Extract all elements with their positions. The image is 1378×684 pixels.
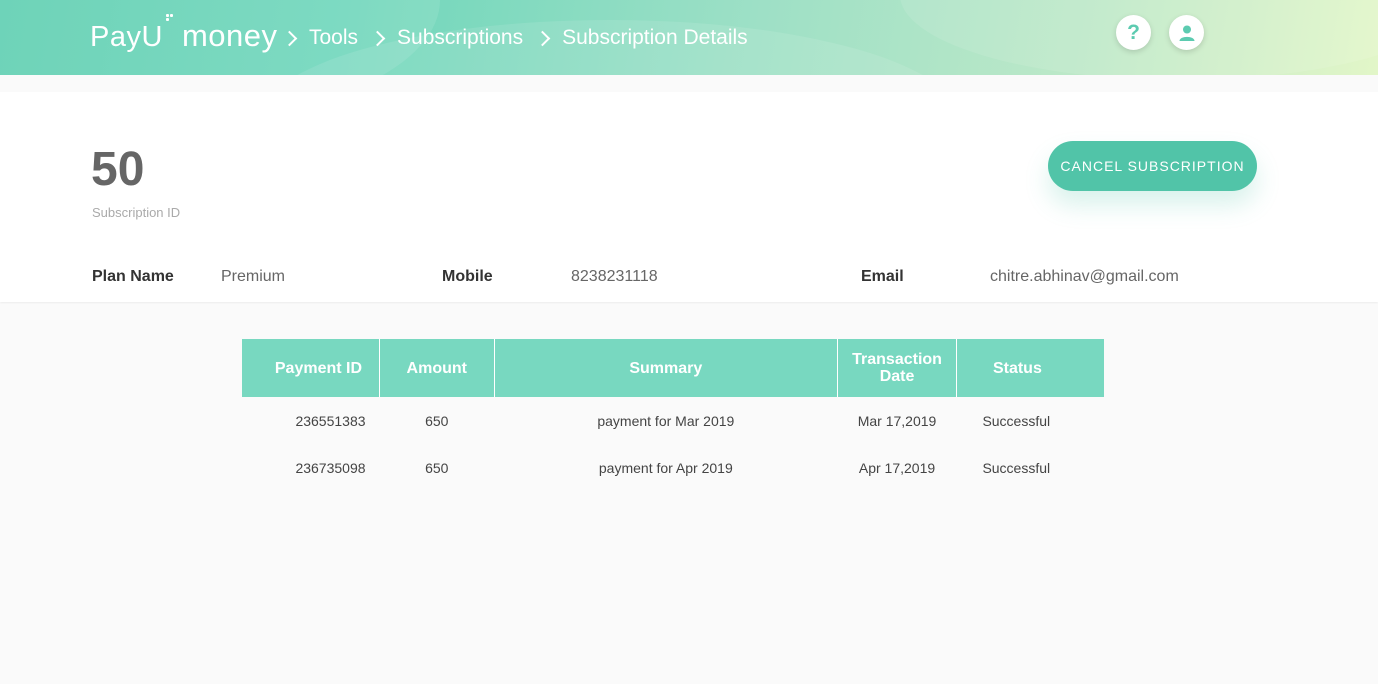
help-button[interactable]: ? xyxy=(1116,15,1151,50)
user-profile-button[interactable] xyxy=(1169,15,1204,50)
payumoney-logo[interactable]: PayU money xyxy=(90,14,277,54)
plan-name-value: Premium xyxy=(221,268,286,285)
mobile-label: Mobile xyxy=(442,268,493,285)
column-header-transaction-date: Transaction Date xyxy=(837,339,957,397)
question-mark-icon: ? xyxy=(1127,20,1140,44)
table-header-row: Payment ID Amount Summary Transaction Da… xyxy=(242,339,1104,397)
subscription-id-label: Subscription ID xyxy=(92,205,181,220)
subscription-panel: 50 Subscription ID CANCEL SUBSCRIPTION P… xyxy=(0,92,1378,302)
cell-status: Successful xyxy=(982,459,1051,476)
cell-transaction-date: Apr 17,2019 xyxy=(858,459,936,476)
logo-dots xyxy=(164,14,174,40)
subscription-id-value: 50 xyxy=(91,143,145,196)
user-icon xyxy=(1179,25,1194,41)
logo-money-text: money xyxy=(181,18,278,53)
cell-summary: payment for Mar 2019 xyxy=(597,412,735,429)
email-label: Email xyxy=(861,268,904,285)
email-value: chitre.abhinav@gmail.com xyxy=(990,268,1179,285)
top-header: PayU money Tools Subscriptions Subscript… xyxy=(0,0,1378,75)
breadcrumb-tools[interactable]: Tools xyxy=(309,26,358,50)
cell-summary: payment for Apr 2019 xyxy=(598,459,733,476)
column-header-payment-id: Payment ID xyxy=(242,339,381,397)
breadcrumb-subscription-details: Subscription Details xyxy=(562,26,748,49)
chevron-right-icon xyxy=(534,30,551,46)
cell-payment-id: 236551383 xyxy=(295,412,366,429)
chevron-right-icon xyxy=(281,30,298,46)
chevron-right-icon xyxy=(369,30,386,46)
table-row: 236735098 650 payment for Apr 2019 Apr 1… xyxy=(242,444,1104,491)
logo-payu-text: PayU xyxy=(90,21,163,53)
breadcrumb: Tools Subscriptions Subscription Details xyxy=(280,24,758,52)
payments-table: Payment ID Amount Summary Transaction Da… xyxy=(242,339,1104,491)
cell-amount: 650 xyxy=(425,459,449,476)
cell-amount: 650 xyxy=(425,412,449,429)
cell-status: Successful xyxy=(982,412,1051,429)
table-row: 236551383 650 payment for Mar 2019 Mar 1… xyxy=(242,397,1104,444)
cancel-subscription-button[interactable]: CANCEL SUBSCRIPTION xyxy=(1048,141,1257,191)
plan-name-label: Plan Name xyxy=(92,268,174,285)
column-header-status: Status xyxy=(956,339,1104,397)
breadcrumb-subscriptions[interactable]: Subscriptions xyxy=(397,26,523,50)
cell-payment-id: 236735098 xyxy=(295,459,366,476)
mobile-value: 8238231118 xyxy=(571,268,658,285)
column-header-amount: Amount xyxy=(379,339,495,397)
cell-transaction-date: Mar 17,2019 xyxy=(857,412,937,429)
column-header-summary: Summary xyxy=(494,339,839,397)
